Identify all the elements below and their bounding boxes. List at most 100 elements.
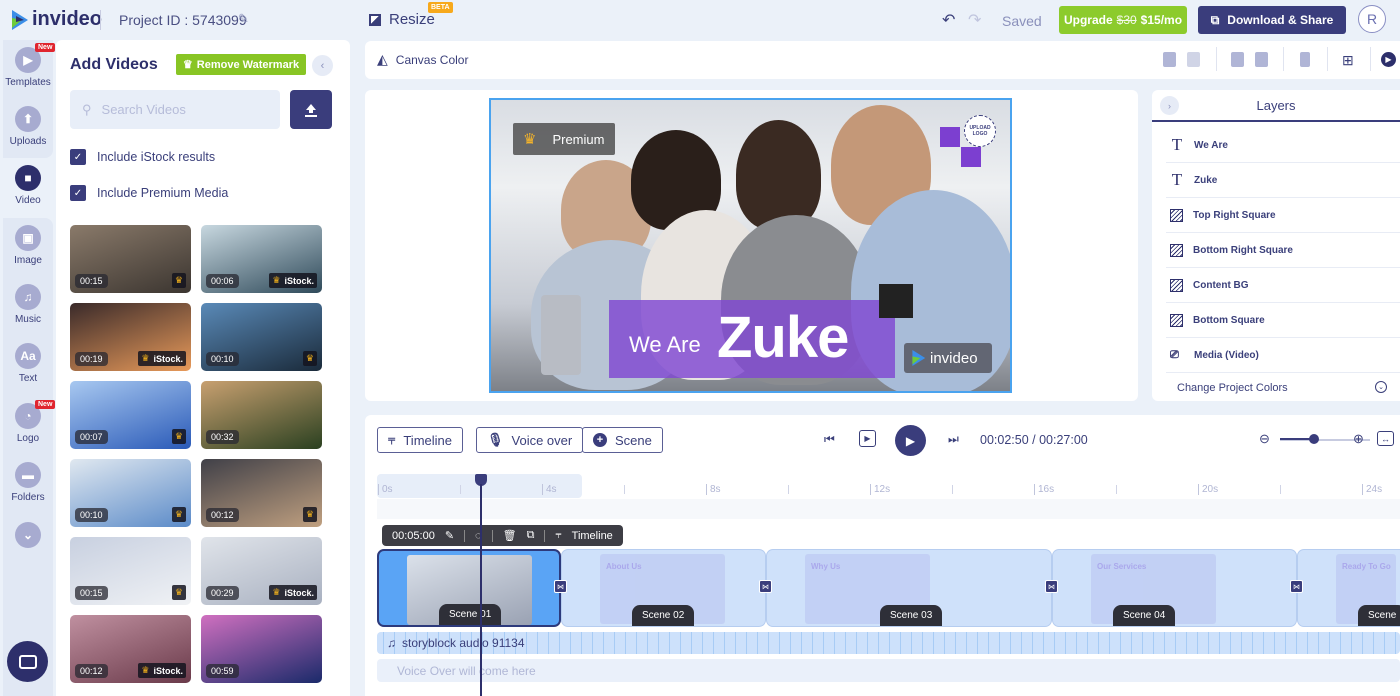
skip-back-icon[interactable]: ⏮ <box>824 432 835 447</box>
top-right-square[interactable] <box>961 147 981 167</box>
invideo-logo-icon <box>12 9 28 30</box>
rail-more[interactable]: ⌄ <box>0 522 56 548</box>
transition-icon[interactable]: ⋈ <box>1290 580 1303 593</box>
video-thumbnail[interactable]: 00:10 ♛ <box>201 303 322 371</box>
video-thumbnail[interactable]: 00:15 ♛ <box>70 537 191 605</box>
zuke-text[interactable]: Zuke <box>717 304 849 371</box>
crown-icon: ♛ <box>182 59 193 71</box>
scene-duration[interactable]: 00:05:00 <box>392 530 435 542</box>
play-button[interactable]: ▶ <box>895 425 926 456</box>
scene-canvas[interactable]: ♛ Premium We Are Zuke invideo UPLOAD LOG… <box>489 98 1012 393</box>
rail-item-templates[interactable]: ▶ Templates <box>0 47 56 88</box>
rail-item-video[interactable]: ■ Video <box>0 165 56 206</box>
video-thumbnail[interactable]: 00:59 <box>201 615 322 683</box>
layer-item[interactable]: Top Right Square <box>1166 198 1400 233</box>
layer-item[interactable]: Bottom Square <box>1166 303 1400 338</box>
chevron-down-circle-icon[interactable]: ⌄ <box>1375 381 1387 393</box>
video-thumbnail[interactable]: 00:29 ♛ iStock. <box>201 537 322 605</box>
copy-icon[interactable] <box>1163 52 1176 67</box>
bring-forward-icon[interactable] <box>1231 52 1244 67</box>
rail-item-logo[interactable]: ◔ Logo <box>0 403 56 444</box>
duplicate-scene-icon[interactable]: ⧉ <box>527 529 535 542</box>
download-share-button[interactable]: ⧉ Download & Share <box>1198 6 1346 34</box>
chat-support-button[interactable] <box>7 641 48 682</box>
rail-item-folders[interactable]: ▬ Folders <box>0 462 56 503</box>
rail-label: Video <box>15 195 41 206</box>
ruler-minor-tick <box>460 485 461 494</box>
collapse-panel-button[interactable]: ‹ <box>312 55 333 76</box>
layer-item[interactable]: ⎚ Media (Video) <box>1166 338 1400 373</box>
preview-play-icon[interactable]: ▶ <box>1381 52 1396 67</box>
video-thumbnail[interactable]: 00:07 ♛ <box>70 381 191 449</box>
upgrade-button[interactable]: Upgrade $30 $15/mo <box>1059 6 1187 34</box>
layer-item[interactable]: T We Are <box>1166 128 1400 163</box>
canvas-color-button[interactable]: ◭ Canvas Color <box>377 51 468 68</box>
redo-icon[interactable]: ↷ <box>968 10 981 30</box>
transition-icon[interactable]: ⋈ <box>1045 580 1058 593</box>
send-backward-icon[interactable] <box>1255 52 1268 67</box>
video-thumbnail[interactable]: 00:19 ♛ iStock. <box>70 303 191 371</box>
remove-watermark-button[interactable]: ♛ Remove Watermark <box>176 54 306 75</box>
we-are-text[interactable]: We Are <box>629 332 701 358</box>
search-videos-field[interactable]: ⚲ <box>70 90 280 129</box>
zoom-in-icon[interactable]: ⊕ <box>1353 431 1364 447</box>
rail-item-text[interactable]: Aa Text <box>0 343 56 384</box>
paste-icon[interactable] <box>1187 52 1200 67</box>
scene-clip[interactable]: Scene 01 <box>377 549 561 627</box>
rail-item-uploads[interactable]: ⬆ Uploads <box>0 106 56 147</box>
scene-clip[interactable]: About Us Scene 02 <box>561 549 766 627</box>
skip-forward-icon[interactable]: ⏭ <box>948 432 959 447</box>
layer-item[interactable]: Content BG <box>1166 268 1400 303</box>
shape-layer-icon <box>1170 208 1183 222</box>
add-scene-button[interactable]: + Scene <box>582 427 663 453</box>
collapse-layers-button[interactable]: › <box>1160 96 1179 115</box>
source-label: iStock. <box>153 353 183 364</box>
fit-width-icon[interactable]: ↔ <box>1377 431 1394 446</box>
scene-timeline-label[interactable]: Timeline <box>572 530 613 542</box>
transition-icon[interactable]: ⋈ <box>554 580 567 593</box>
zoom-slider-handle[interactable] <box>1309 434 1320 444</box>
timeline-panel: ⫧ Timeline 🎙︎ Voice over + Scene ⏮ ▶ ▶ ⏭… <box>365 415 1400 696</box>
edit-duration-icon[interactable]: ✎ <box>445 529 454 542</box>
scene-clip[interactable]: Ready To Go Scene <box>1297 549 1400 627</box>
zoom-out-icon[interactable]: ⊖ <box>1259 431 1270 447</box>
timecode: 00:02:50 / 00:27:00 <box>980 433 1088 447</box>
include-premium-checkbox[interactable]: ✓ Include Premium Media <box>70 185 228 201</box>
undo-icon[interactable]: ↶ <box>942 10 955 30</box>
rail-item-image[interactable]: ▣ Image <box>0 225 56 266</box>
upload-logo-placeholder[interactable]: UPLOAD LOGO <box>964 115 996 147</box>
grid-icon[interactable]: ⊞ <box>1342 52 1354 69</box>
video-thumbnail[interactable]: 00:15 ♛ <box>70 225 191 293</box>
bottom-right-square[interactable] <box>879 284 913 318</box>
voice-over-track[interactable]: Voice Over will come here <box>377 659 1400 682</box>
upload-button[interactable] <box>290 90 332 129</box>
voice-over-button[interactable]: 🎙︎ Voice over <box>476 427 584 453</box>
audio-track[interactable]: ♫ storyblock audio 91134 <box>377 632 1400 654</box>
video-thumbnail[interactable]: 00:10 ♛ <box>70 459 191 527</box>
preview-scene-icon[interactable]: ▶ <box>859 430 876 447</box>
video-thumbnail[interactable]: 00:32 <box>201 381 322 449</box>
layer-item[interactable]: T Zuke <box>1166 163 1400 198</box>
change-project-colors[interactable]: Change Project Colors <box>1177 382 1288 394</box>
brand-logo[interactable]: invideo <box>10 8 102 31</box>
video-thumbnail[interactable]: 00:12 ♛ iStock. <box>70 615 191 683</box>
video-thumbnail[interactable]: 00:06 ♛ iStock. <box>201 225 322 293</box>
scene-clip[interactable]: Our Services Scene 04 <box>1052 549 1297 627</box>
resize-button[interactable]: Resize <box>369 11 435 28</box>
video-thumbnail[interactable]: 00:12 ♛ <box>201 459 322 527</box>
premium-crown-badge: ♛ <box>302 351 317 366</box>
video-duration: 00:59 <box>206 664 239 678</box>
layer-item[interactable]: Bottom Right Square <box>1166 233 1400 268</box>
search-input[interactable] <box>101 102 262 117</box>
transition-icon[interactable]: ⋈ <box>759 580 772 593</box>
timeline-button[interactable]: ⫧ Timeline <box>377 427 463 453</box>
delete-scene-icon[interactable]: 🗑︎ <box>503 529 517 542</box>
edit-project-icon[interactable]: ✎ <box>238 11 249 27</box>
include-istock-checkbox[interactable]: ✓ Include iStock results <box>70 149 215 165</box>
user-avatar[interactable]: R <box>1358 5 1386 33</box>
scene-clip[interactable]: Why Us Scene 03 <box>766 549 1052 627</box>
video-camera-icon: ■ <box>15 165 41 191</box>
rail-item-music[interactable]: ♫ Music <box>0 284 56 325</box>
delete-icon[interactable] <box>1300 52 1310 67</box>
top-right-square[interactable] <box>940 127 960 147</box>
